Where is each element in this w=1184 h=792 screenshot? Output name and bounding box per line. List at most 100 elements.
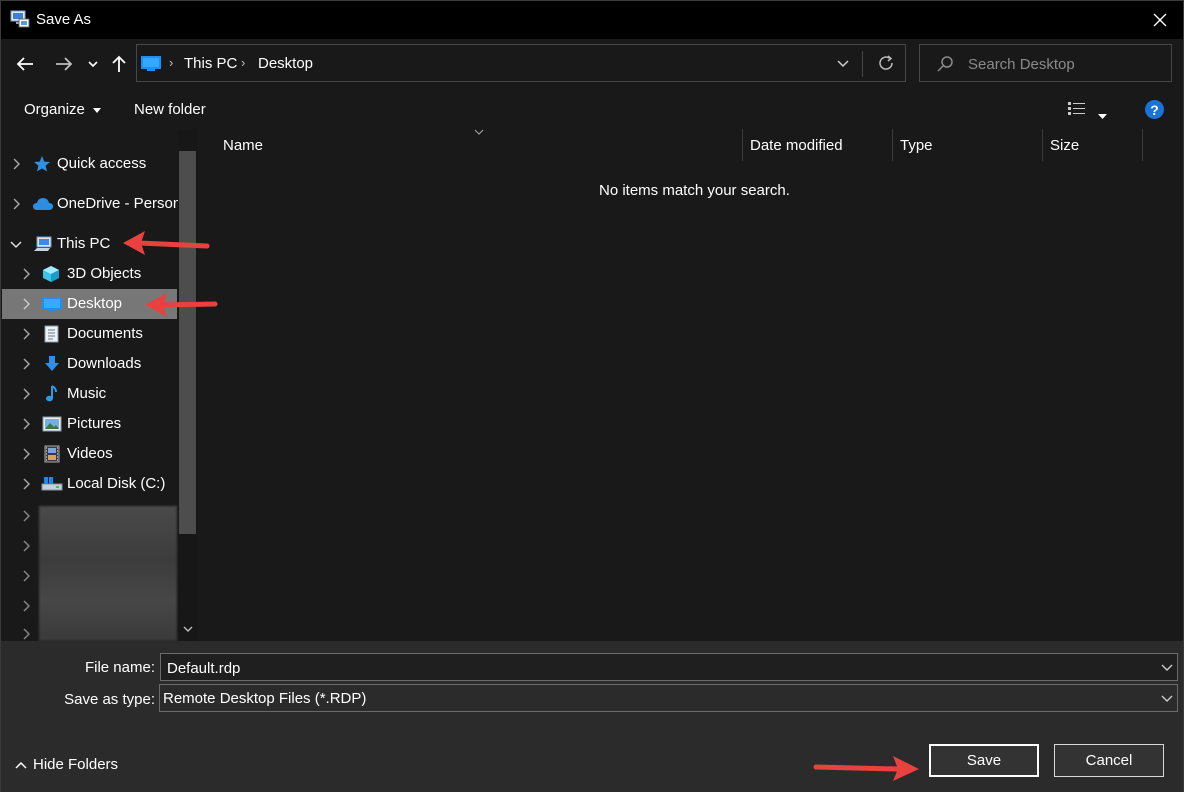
help-button[interactable]: ? <box>1145 100 1164 119</box>
document-icon <box>44 325 59 343</box>
cancel-button[interactable]: Cancel <box>1054 744 1164 777</box>
save-as-type-select[interactable]: Remote Desktop Files (*.RDP) <box>159 684 1178 712</box>
chevron-right-icon <box>23 268 30 280</box>
column-header-label: Name <box>223 137 264 154</box>
arrow-up-icon <box>112 55 126 72</box>
computer-icon <box>34 236 52 251</box>
file-name-field[interactable] <box>160 653 1178 681</box>
chevron-down-icon <box>10 241 22 249</box>
close-icon <box>1153 13 1167 27</box>
remote-desktop-icon <box>10 10 30 28</box>
sidebar-item-label: Music <box>67 385 107 402</box>
arrow-right-icon <box>56 57 73 71</box>
chevron-right-icon[interactable] <box>20 539 32 553</box>
change-view-button[interactable] <box>1068 102 1086 120</box>
arrow-left-icon <box>16 57 33 71</box>
navigation-pane: Quick access OneDrive - Person This PC 3… <box>2 129 198 641</box>
caret-down-icon <box>93 107 102 113</box>
chevron-up-icon <box>15 761 27 769</box>
chevron-down-icon[interactable] <box>1161 662 1173 672</box>
chevron-right-icon <box>23 298 30 310</box>
save-as-type-label: Save as type: <box>64 691 155 708</box>
sidebar-item-desktop[interactable]: Desktop <box>2 289 177 319</box>
sidebar-item-onedrive[interactable]: OneDrive - Person <box>2 189 181 219</box>
column-header-date-modified[interactable]: Date modified <box>742 129 892 161</box>
organize-menu[interactable]: Organize <box>24 101 102 118</box>
search-input[interactable] <box>968 54 1163 74</box>
file-name-label: File name: <box>84 659 155 676</box>
sidebar-item-downloads[interactable]: Downloads <box>2 349 177 379</box>
chevron-right-icon[interactable] <box>20 599 32 613</box>
chevron-right-icon <box>23 418 30 430</box>
recent-locations-button[interactable] <box>83 51 103 77</box>
music-note-icon <box>46 385 57 402</box>
view-options-dropdown[interactable] <box>1098 106 1107 123</box>
chevron-right-icon <box>13 158 20 170</box>
breadcrumb-this-pc[interactable]: This PC <box>184 55 237 72</box>
chevron-right-icon[interactable] <box>20 569 32 583</box>
close-button[interactable] <box>1137 1 1183 39</box>
command-bar: Organize New folder ? <box>1 91 1183 129</box>
column-header-size[interactable]: Size <box>1042 129 1142 161</box>
save-button[interactable]: Save <box>929 744 1039 777</box>
organize-label: Organize <box>24 101 85 118</box>
sidebar-item-label: Videos <box>67 445 113 462</box>
chevron-right-icon <box>23 388 30 400</box>
file-list: Name Date modified Type Size No items ma… <box>201 129 1183 641</box>
column-divider[interactable] <box>1142 129 1143 161</box>
sidebar-item-label: 3D Objects <box>67 265 142 282</box>
chevron-right-icon[interactable] <box>20 509 32 523</box>
sidebar-item-local-disk[interactable]: Local Disk (C:) <box>2 469 177 499</box>
up-button[interactable] <box>107 51 131 77</box>
address-divider <box>862 51 863 77</box>
cloud-icon <box>33 198 53 210</box>
sidebar-item-documents[interactable]: Documents <box>2 319 177 349</box>
details-view-icon <box>1068 102 1085 115</box>
star-icon <box>34 156 50 172</box>
column-header-type[interactable]: Type <box>892 129 1042 161</box>
breadcrumb-separator-icon: › <box>169 55 174 70</box>
address-history-chevron-icon[interactable] <box>837 59 849 68</box>
sidebar-item-quick-access[interactable]: Quick access <box>2 149 177 179</box>
hide-folders-button[interactable]: Hide Folders <box>15 756 118 773</box>
scroll-down-button[interactable] <box>178 621 197 637</box>
window-title: Save As <box>36 11 92 28</box>
save-options-panel: File name: Save as type: Remote Desktop … <box>1 641 1183 792</box>
redacted-drive-list <box>39 506 177 641</box>
drive-icon <box>41 477 63 491</box>
column-header-name[interactable]: Name <box>215 129 742 161</box>
picture-icon <box>42 416 62 432</box>
column-header-label: Size <box>1050 137 1080 154</box>
empty-folder-message: No items match your search. <box>599 182 790 199</box>
chevron-down-icon <box>88 61 98 68</box>
chevron-right-icon <box>13 198 20 210</box>
sidebar-item-3d-objects[interactable]: 3D Objects <box>2 259 177 289</box>
column-header-label: Date modified <box>750 137 843 154</box>
back-button[interactable] <box>12 51 38 77</box>
breadcrumb-desktop[interactable]: Desktop <box>258 55 313 72</box>
chevron-right-icon <box>23 328 30 340</box>
help-icon: ? <box>1150 101 1159 118</box>
chevron-right-icon <box>23 478 30 490</box>
column-header-label: Type <box>900 137 933 154</box>
search-icon <box>937 56 953 72</box>
caret-down-icon <box>1098 114 1107 119</box>
film-icon <box>44 445 60 463</box>
address-bar[interactable]: › This PC › Desktop <box>136 44 906 82</box>
sidebar-item-pictures[interactable]: Pictures <box>2 409 177 439</box>
chevron-right-icon[interactable] <box>20 627 32 641</box>
chevron-right-icon <box>23 358 30 370</box>
search-box[interactable] <box>919 44 1172 82</box>
sidebar-item-videos[interactable]: Videos <box>2 439 177 469</box>
sidebar-item-music[interactable]: Music <box>2 379 177 409</box>
refresh-icon[interactable] <box>877 54 895 72</box>
forward-button[interactable] <box>51 51 77 77</box>
new-folder-button[interactable]: New folder <box>134 101 206 118</box>
chevron-down-icon <box>1161 695 1173 702</box>
sidebar-item-this-pc[interactable]: This PC <box>2 229 177 259</box>
scrollbar-thumb[interactable] <box>179 151 196 534</box>
file-name-input[interactable] <box>167 658 1133 678</box>
sidebar-item-label: OneDrive - Person <box>57 195 182 212</box>
sidebar-item-label: Local Disk (C:) <box>67 475 166 492</box>
navigation-bar: › This PC › Desktop <box>1 39 1183 91</box>
